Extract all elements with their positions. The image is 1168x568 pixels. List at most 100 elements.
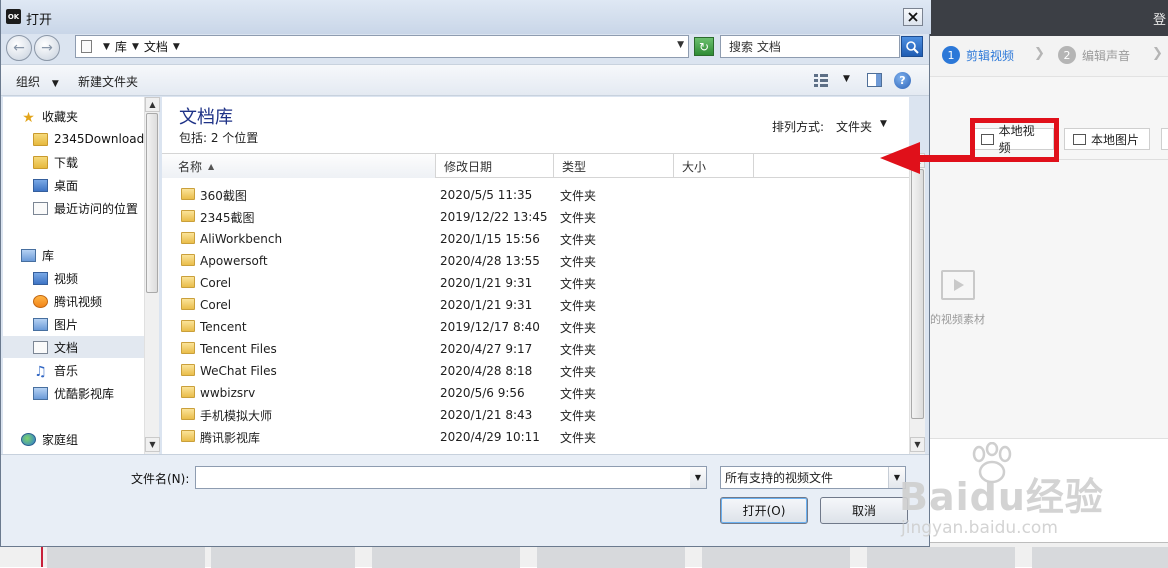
step-label: 剪辑视频	[966, 48, 1015, 63]
film-icon	[941, 270, 975, 300]
extra-tab-button[interactable]	[1161, 128, 1168, 150]
step-edit-audio[interactable]: 2 编辑声音	[1058, 46, 1130, 64]
nav-item-libraries[interactable]: 库	[3, 244, 145, 266]
search-button[interactable]	[901, 36, 923, 57]
nav-item-label: 图片	[54, 317, 79, 332]
view-options-icon[interactable]	[813, 73, 829, 87]
file-row[interactable]: 360截图 2020/5/5 11:35 文件夹	[162, 184, 909, 206]
refresh-button[interactable]: ↻	[694, 37, 714, 56]
file-row[interactable]: Tencent Files 2020/4/27 9:17 文件夹	[162, 338, 909, 360]
file-type: 文件夹	[560, 320, 597, 335]
file-row[interactable]: 2345截图 2019/12/22 13:45 文件夹	[162, 206, 909, 228]
folder-icon	[181, 276, 195, 288]
file-row[interactable]: 腾讯影视库 2020/4/29 10:11 文件夹	[162, 426, 909, 448]
nav-item-2345downloads[interactable]: 2345Downloads	[3, 128, 145, 150]
chevron-down-icon[interactable]: ▼	[677, 40, 684, 50]
timeline-track-block[interactable]	[372, 547, 520, 568]
nav-pane-scrollbar[interactable]: ▲ ▼	[144, 97, 160, 454]
file-row[interactable]: wwbizsrv 2020/5/6 9:56 文件夹	[162, 382, 909, 404]
chevron-down-icon[interactable]: ▼	[690, 466, 707, 489]
sort-by-dropdown[interactable]: 文件夹	[836, 118, 872, 135]
timeline-track-block[interactable]	[702, 547, 850, 568]
homegroup-icon	[21, 432, 36, 446]
login-link[interactable]: 登	[1153, 9, 1166, 28]
organize-button[interactable]: 组织 ▼	[16, 73, 59, 90]
file-name: Tencent Files	[200, 342, 277, 356]
library-locations-link[interactable]: 包括: 2 个位置	[179, 129, 258, 146]
file-row[interactable]: AliWorkbench 2020/1/15 15:56 文件夹	[162, 228, 909, 250]
column-header-type[interactable]: 类型	[554, 154, 674, 178]
breadcrumb-chevron-icon[interactable]: ▼	[132, 42, 139, 52]
file-type-filter-select[interactable]: 所有支持的视频文件 ▼	[720, 466, 906, 489]
timeline-track-block[interactable]	[537, 547, 685, 568]
search-input[interactable]: 搜索 文档	[720, 35, 900, 58]
open-button[interactable]: 打开(O)	[720, 497, 808, 524]
preview-pane-button[interactable]	[867, 73, 882, 87]
file-type: 文件夹	[560, 188, 597, 203]
file-name: Corel	[200, 276, 232, 290]
nav-item-favorites[interactable]: ★ 收藏夹	[3, 105, 145, 127]
nav-item-youku-library[interactable]: 优酷影视库	[3, 382, 145, 404]
step-edit-video[interactable]: 1 剪辑视频	[942, 46, 1014, 64]
timeline-track-block[interactable]	[1032, 547, 1168, 568]
file-row[interactable]: Corel 2020/1/21 9:31 文件夹	[162, 294, 909, 316]
nav-item-label: 家庭组	[42, 432, 79, 447]
file-row[interactable]: WeChat Files 2020/4/28 8:18 文件夹	[162, 360, 909, 382]
chevron-down-icon[interactable]: ▼	[880, 119, 887, 129]
breadcrumb-documents[interactable]: 文档	[144, 38, 168, 55]
breadcrumb-library[interactable]: 库	[115, 38, 127, 55]
step-label: 编辑声音	[1082, 48, 1131, 63]
file-row[interactable]: 手机模拟大师 2020/1/21 8:43 文件夹	[162, 404, 909, 426]
folder-icon	[181, 342, 195, 354]
download-folder-icon	[33, 155, 48, 169]
scroll-up-arrow-icon[interactable]: ▲	[145, 97, 160, 112]
red-highlight-box	[970, 118, 1059, 162]
nav-item-recent-places[interactable]: 最近访问的位置	[3, 197, 145, 219]
back-button[interactable]: ←	[6, 35, 32, 61]
folder-icon	[181, 320, 195, 332]
nav-item-tencent-video[interactable]: 腾讯视频	[3, 290, 145, 312]
help-button[interactable]: ?	[894, 72, 911, 89]
chevron-down-icon[interactable]: ▼	[843, 74, 850, 84]
file-row[interactable]: Tencent 2019/12/17 8:40 文件夹	[162, 316, 909, 338]
address-bar[interactable]: ▼ 库 ▼ 文档 ▼ ▼	[75, 35, 689, 58]
chevron-right-icon: ❯	[1152, 46, 1163, 61]
close-button[interactable]	[903, 8, 923, 26]
nav-item-documents[interactable]: 文档	[3, 336, 145, 358]
file-type: 文件夹	[560, 386, 597, 401]
column-header-date[interactable]: 修改日期	[436, 154, 554, 178]
dialog-titlebar[interactable]: OK 打开	[1, 0, 931, 34]
local-image-button[interactable]: 本地图片	[1064, 128, 1150, 150]
breadcrumb-chevron-icon[interactable]: ▼	[103, 42, 110, 52]
new-folder-button[interactable]: 新建文件夹	[78, 73, 138, 90]
nav-item-music[interactable]: ♫ 音乐	[3, 359, 145, 381]
dialog-footer: 文件名(N): ▼ 所有支持的视频文件 ▼ 打开(O) 取消	[1, 454, 929, 546]
filename-input[interactable]	[195, 466, 691, 489]
timeline-track-block[interactable]	[211, 547, 355, 568]
filename-label: 文件名(N):	[131, 472, 190, 486]
nav-item-downloads[interactable]: 下载	[3, 151, 145, 173]
breadcrumb-chevron-icon[interactable]: ▼	[173, 42, 180, 52]
step-number: 2	[1058, 46, 1076, 64]
file-row[interactable]: Apowersoft 2020/4/28 13:55 文件夹	[162, 250, 909, 272]
file-type: 文件夹	[560, 298, 597, 313]
file-date: 2020/5/6 9:56	[440, 386, 525, 400]
scrollbar-thumb[interactable]	[146, 113, 158, 293]
timeline-track-block[interactable]	[867, 547, 1015, 568]
nav-item-desktop[interactable]: 桌面	[3, 174, 145, 196]
timeline-track-block[interactable]	[47, 547, 205, 568]
file-list-scrollbar[interactable]: ▲ ▼	[909, 153, 925, 454]
column-header-size[interactable]: 大小	[674, 154, 754, 178]
scrollbar-thumb[interactable]	[911, 169, 924, 419]
nav-item-videos[interactable]: 视频	[3, 267, 145, 289]
forward-button[interactable]: →	[34, 35, 60, 61]
column-header-name[interactable]: 名称 ▲	[162, 154, 436, 178]
file-date: 2020/4/28 13:55	[440, 254, 540, 268]
file-date: 2020/1/21 8:43	[440, 408, 533, 422]
file-row[interactable]: Corel 2020/1/21 9:31 文件夹	[162, 272, 909, 294]
sort-ascending-icon: ▲	[208, 161, 215, 171]
nav-item-pictures[interactable]: 图片	[3, 313, 145, 335]
scroll-down-arrow-icon[interactable]: ▼	[145, 437, 160, 452]
folder-icon	[181, 386, 195, 398]
nav-item-homegroup[interactable]: 家庭组	[3, 428, 145, 450]
